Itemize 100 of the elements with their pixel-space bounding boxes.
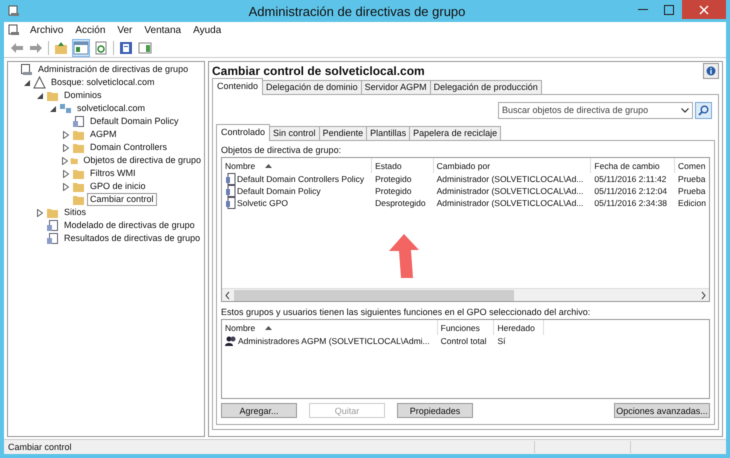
document-icon [225, 173, 236, 185]
tree-item[interactable]: GPO de inicio [87, 180, 149, 193]
menu-item[interactable]: Acción [69, 24, 112, 36]
folder-icon [72, 128, 85, 141]
folder-icon [46, 89, 59, 102]
forward-icon[interactable] [29, 42, 43, 54]
collapse-arrow-icon[interactable] [24, 80, 30, 86]
scroll-thumb[interactable] [234, 290, 514, 300]
tab[interactable]: Delegación de dominio [262, 80, 362, 94]
tree-item[interactable]: solveticlocal.com [74, 102, 148, 115]
tree-item[interactable]: Domain Controllers [87, 141, 170, 154]
table-cell: Prueba [678, 186, 706, 196]
tab[interactable]: Servidor AGPM [360, 80, 431, 94]
table-cell: 05/11/2016 2:12:04 [594, 186, 668, 196]
search-button[interactable] [695, 102, 712, 118]
expand-arrow-icon[interactable] [62, 156, 68, 164]
expand-arrow-icon[interactable] [37, 208, 43, 216]
column-header[interactable]: Nombre [225, 322, 256, 332]
table-cell: Prueba [678, 174, 706, 184]
table-cell[interactable]: Default Domain Policy [237, 186, 321, 196]
search-icon [698, 104, 709, 116]
document-icon [72, 115, 85, 128]
close-icon [699, 4, 709, 14]
table-cell: Protegido [375, 186, 412, 196]
book-icon[interactable] [119, 40, 133, 54]
collapse-arrow-icon[interactable] [37, 92, 43, 98]
column-header[interactable]: Cambiado por [436, 160, 490, 170]
sort-arrow-icon [265, 326, 272, 330]
menu-item[interactable]: Ventana [138, 24, 188, 36]
menu-item[interactable]: Ver [111, 24, 138, 36]
triangle-icon [33, 76, 46, 89]
tree-item[interactable]: Dominios [61, 89, 105, 102]
document-icon [225, 185, 236, 197]
table-cell: Administrador (SOLVETICLOCAL\Ad... [436, 198, 584, 208]
pointer-arrow [387, 234, 419, 278]
document-icon [225, 197, 236, 209]
tab[interactable]: Sin control [269, 126, 320, 140]
panel-title: Cambiar control de solveticlocal.com [212, 64, 425, 78]
tree-item[interactable]: Default Domain Policy [87, 115, 182, 128]
tree-item[interactable]: Objetos de directiva de grupo [80, 154, 204, 167]
tree-item[interactable]: Cambiar control [87, 193, 157, 206]
table-cell: Administrador (SOLVETICLOCAL\Ad... [436, 174, 584, 184]
refresh-icon[interactable] [94, 40, 108, 54]
expand-arrow-icon[interactable] [63, 144, 69, 152]
panel-icon[interactable] [138, 40, 152, 54]
table-cell: Administrador (SOLVETICLOCAL\Ad... [436, 186, 584, 196]
console-tree-icon[interactable] [73, 40, 89, 56]
users-icon [225, 335, 237, 347]
tab[interactable]: Papelera de reciclaje [409, 126, 502, 140]
tab[interactable]: Contenido [212, 78, 264, 95]
tree-item[interactable]: Sitios [61, 206, 90, 219]
table-cell[interactable]: Default Domain Controllers Policy [237, 174, 364, 184]
network-icon [59, 102, 72, 115]
advanced-options-button[interactable]: Opciones avanzadas... [614, 403, 710, 418]
tree-item[interactable]: Resultados de directivas de grupo [61, 232, 204, 245]
menu-item[interactable]: Archivo [24, 24, 70, 36]
expand-arrow-icon[interactable] [63, 182, 69, 190]
help-icon [706, 66, 716, 76]
expand-arrow-icon[interactable] [63, 130, 69, 138]
tree-item[interactable]: Modelado de directivas de grupo [61, 219, 198, 232]
column-header[interactable]: Funciones [440, 322, 480, 332]
tree-item[interactable]: Filtros WMI [87, 167, 138, 180]
minimize-icon [638, 9, 648, 10]
tab[interactable]: Plantillas [366, 126, 410, 140]
close-button[interactable] [682, 0, 726, 19]
tree-item[interactable]: AGPM [87, 128, 120, 141]
menu-item[interactable]: Ayuda [187, 24, 228, 36]
action-button[interactable]: Agregar... [221, 403, 297, 418]
back-icon[interactable] [10, 42, 24, 54]
table-cell: Sí [497, 336, 506, 346]
action-button[interactable]: Propiedades [397, 403, 473, 418]
expand-arrow-icon[interactable] [63, 170, 69, 178]
table-cell: Edicion [678, 198, 706, 208]
table-cell: Control total [440, 336, 486, 346]
search-field[interactable]: Buscar objetos de directiva de grupo [498, 102, 693, 118]
tab[interactable]: Controlado [216, 124, 270, 141]
table-cell: Protegido [375, 174, 412, 184]
folder-icon [46, 206, 59, 219]
table-cell[interactable]: Solvetic GPO [237, 198, 288, 208]
tab[interactable]: Delegación de producción [430, 80, 542, 94]
sort-arrow-icon [265, 164, 272, 168]
window-title: Administración de directivas de grupo [248, 4, 466, 18]
folder-icon [72, 180, 85, 193]
column-header[interactable]: Fecha de cambio [594, 160, 660, 170]
folder-up-icon[interactable] [54, 40, 68, 54]
table-cell: 05/11/2016 2:11:42 [594, 174, 666, 184]
help-button[interactable] [703, 62, 719, 78]
column-header[interactable]: Nombre [225, 160, 256, 170]
tree-item[interactable]: Administración de directivas de grupo [35, 63, 192, 76]
collapse-arrow-icon[interactable] [50, 106, 56, 112]
tab[interactable]: Pendiente [318, 126, 368, 140]
document-icon [46, 232, 59, 245]
tree-item[interactable]: Bosque: solveticlocal.com [48, 76, 158, 89]
table-cell[interactable]: Administradores AGPM (SOLVETICLOCAL\Admi... [238, 336, 430, 346]
column-header[interactable]: Comen [678, 160, 706, 170]
column-header[interactable]: Heredado [497, 322, 535, 332]
folder-icon [72, 193, 85, 206]
horizontal-scrollbar[interactable] [222, 288, 709, 301]
section-label: Estos grupos y usuarios tienen las siguientes funciones en el GPO seleccionado del archivo: [221, 306, 592, 319]
column-header[interactable]: Estado [375, 160, 402, 170]
